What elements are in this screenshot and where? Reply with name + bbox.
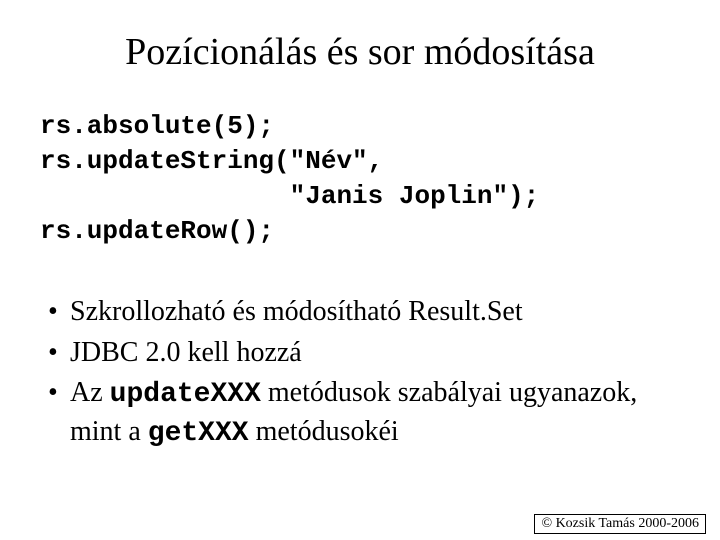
code-line: rs.updateRow(); (40, 216, 274, 246)
code-line: rs.updateString("Név", (40, 146, 383, 176)
slide: Pozícionálás és sor módosítása rs.absolu… (0, 0, 720, 540)
code-line: rs.absolute(5); (40, 111, 274, 141)
inline-code: getXXX (148, 418, 249, 449)
inline-code: updateXXX (110, 379, 261, 410)
code-line: "Janis Joplin"); (40, 181, 539, 211)
bullet-item: Szkrollozható és módosítható Result.Set (48, 294, 680, 330)
slide-title: Pozícionálás és sor módosítása (40, 30, 680, 74)
bullet-list: Szkrollozható és módosítható Result.Set … (40, 294, 680, 452)
bullet-item: Az updateXXX metódusok szabályai ugyanaz… (48, 375, 680, 452)
footer-copyright: © Kozsik Tamás 2000-2006 (534, 514, 706, 534)
text: metódusokéi (249, 416, 399, 447)
code-block: rs.absolute(5); rs.updateString("Név", "… (40, 109, 680, 249)
bullet-item: JDBC 2.0 kell hozzá (48, 335, 680, 371)
text: Az (70, 377, 110, 408)
